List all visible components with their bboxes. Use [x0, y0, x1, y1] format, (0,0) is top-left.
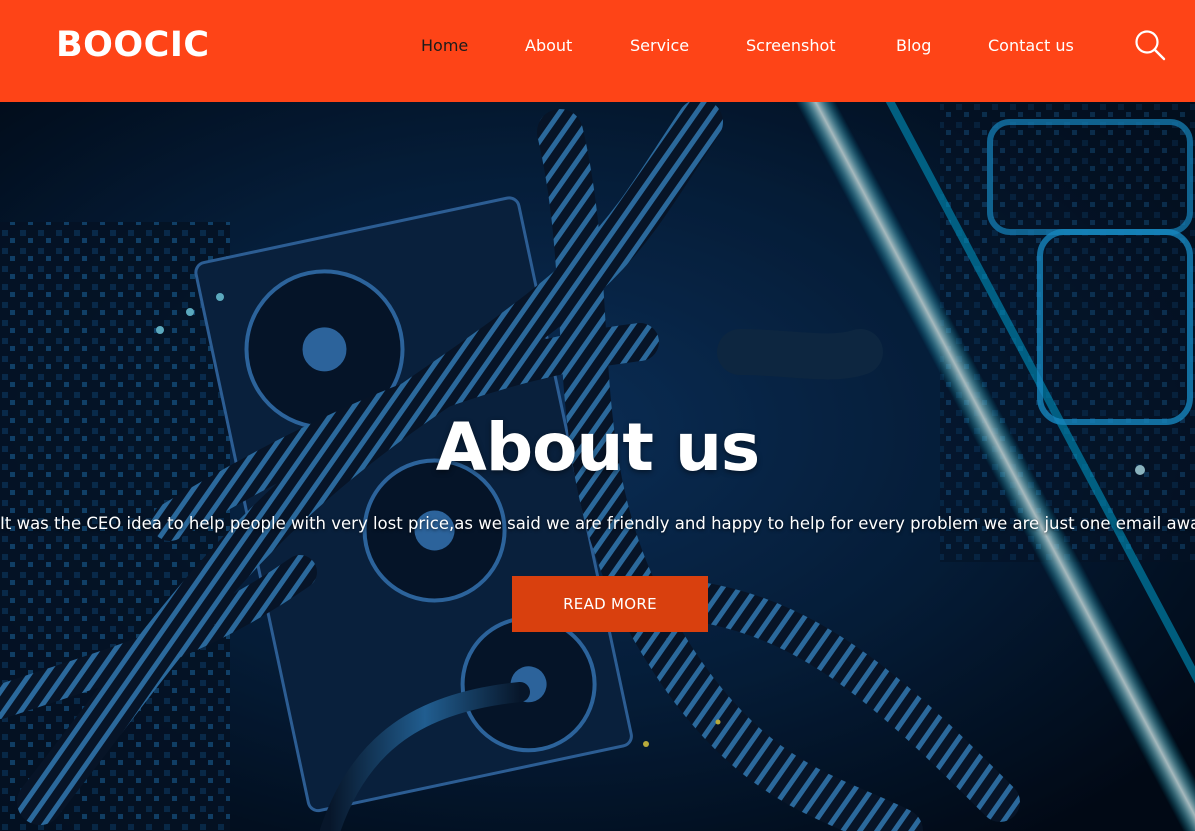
nav-item-contact-us[interactable]: Contact us: [988, 34, 1074, 58]
hero-description: It was the CEO idea to help people with …: [0, 514, 1195, 533]
page: BOOCIC Home About Service Screenshot Blo…: [0, 0, 1195, 831]
nav-item-service[interactable]: Service: [630, 34, 689, 58]
site-logo[interactable]: BOOCIC: [56, 22, 210, 68]
nav-item-screenshot[interactable]: Screenshot: [746, 34, 836, 58]
nav-item-home[interactable]: Home: [421, 34, 468, 58]
hero-section: About us It was the CEO idea to help peo…: [0, 102, 1195, 831]
search-icon: [1135, 30, 1166, 61]
nav-item-about[interactable]: About: [525, 34, 572, 58]
site-header: BOOCIC Home About Service Screenshot Blo…: [0, 0, 1195, 102]
hero-title: About us: [435, 409, 760, 486]
read-more-button[interactable]: READ MORE: [512, 576, 708, 632]
nav-item-blog[interactable]: Blog: [896, 34, 931, 58]
search-button[interactable]: [1133, 28, 1167, 62]
